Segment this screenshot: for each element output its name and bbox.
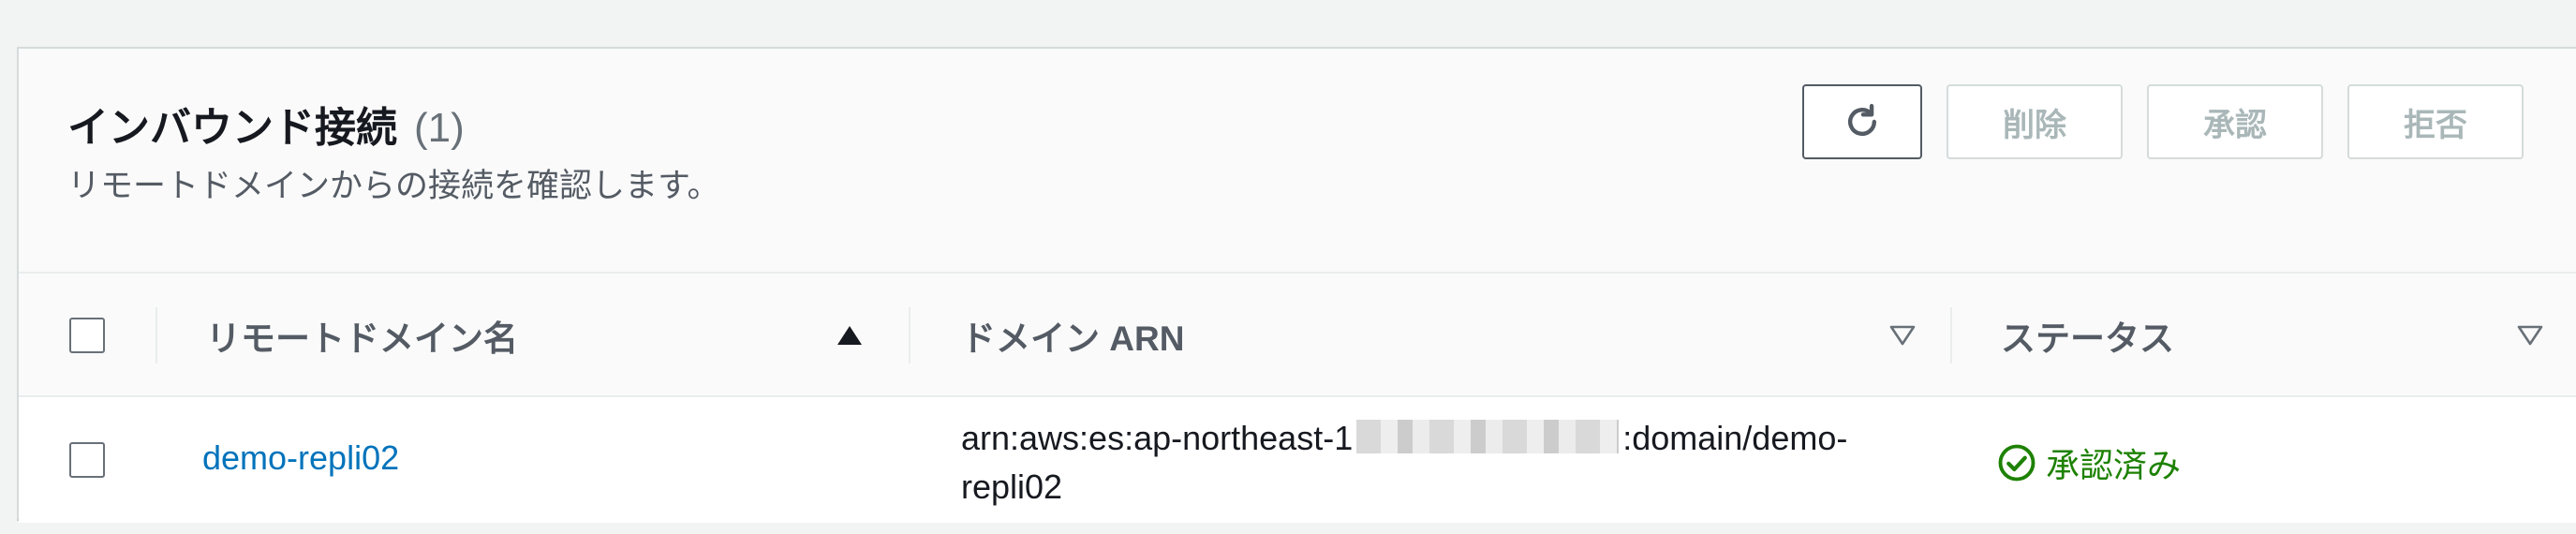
panel-title: インバウンド接続 (1): [67, 94, 465, 154]
column-label-domain-arn: ドメイン ARN: [961, 319, 1185, 358]
redacted-account-id: [1356, 420, 1620, 453]
inbound-connections-panel: インバウンド接続 (1) リモートドメインからの接続を確認します。 削除 承認 拒…: [17, 47, 2576, 523]
row-checkbox[interactable]: [69, 442, 105, 478]
column-label-remote-domain: リモートドメイン名: [206, 319, 518, 358]
panel-description: リモートドメインからの接続を確認します。: [67, 168, 720, 204]
approve-button[interactable]: 承認: [2147, 84, 2323, 159]
panel-header: インバウンド接続 (1) リモートドメインからの接続を確認します。 削除 承認 拒…: [19, 49, 2576, 274]
arn-line2: repli02: [961, 467, 1063, 506]
panel-title-text: インバウンド接続: [67, 105, 397, 151]
column-divider: [909, 307, 910, 363]
column-divider: [1950, 307, 1952, 363]
reject-button[interactable]: 拒否: [2347, 84, 2524, 159]
refresh-button[interactable]: [1802, 84, 1922, 159]
domain-arn-value: arn:aws:es:ap-northeast-1 :domain/demo- r…: [961, 414, 1917, 512]
column-divider: [155, 307, 157, 363]
sort-none-icon[interactable]: [1888, 324, 1917, 347]
status-text: 承認済み: [2046, 446, 2182, 484]
arn-suffix: :domain/demo-: [1622, 419, 1848, 457]
sort-none-icon[interactable]: [2516, 324, 2544, 347]
table-header: リモートドメイン名 ドメイン ARN ステータス: [19, 274, 2576, 397]
connection-count: (1): [414, 105, 465, 151]
status-indicator: 承認済み: [1997, 438, 2181, 487]
remote-domain-link[interactable]: demo-repli02: [202, 438, 399, 478]
column-header-domain-arn[interactable]: ドメイン ARN: [961, 274, 1898, 397]
column-header-remote-domain[interactable]: リモートドメイン名: [206, 274, 918, 397]
sort-ascending-icon[interactable]: [836, 324, 864, 347]
column-label-status: ステータス: [2001, 319, 2174, 358]
select-all-checkbox[interactable]: [69, 318, 105, 353]
check-circle-icon: [1998, 444, 2036, 482]
delete-button[interactable]: 削除: [1947, 84, 2123, 159]
table-row: demo-repli02 arn:aws:es:ap-northeast-1 :d…: [19, 397, 2576, 523]
column-header-status[interactable]: ステータス: [2001, 274, 2469, 397]
arn-prefix: arn:aws:es:ap-northeast-1: [961, 419, 1354, 457]
refresh-icon: [1847, 103, 1877, 137]
